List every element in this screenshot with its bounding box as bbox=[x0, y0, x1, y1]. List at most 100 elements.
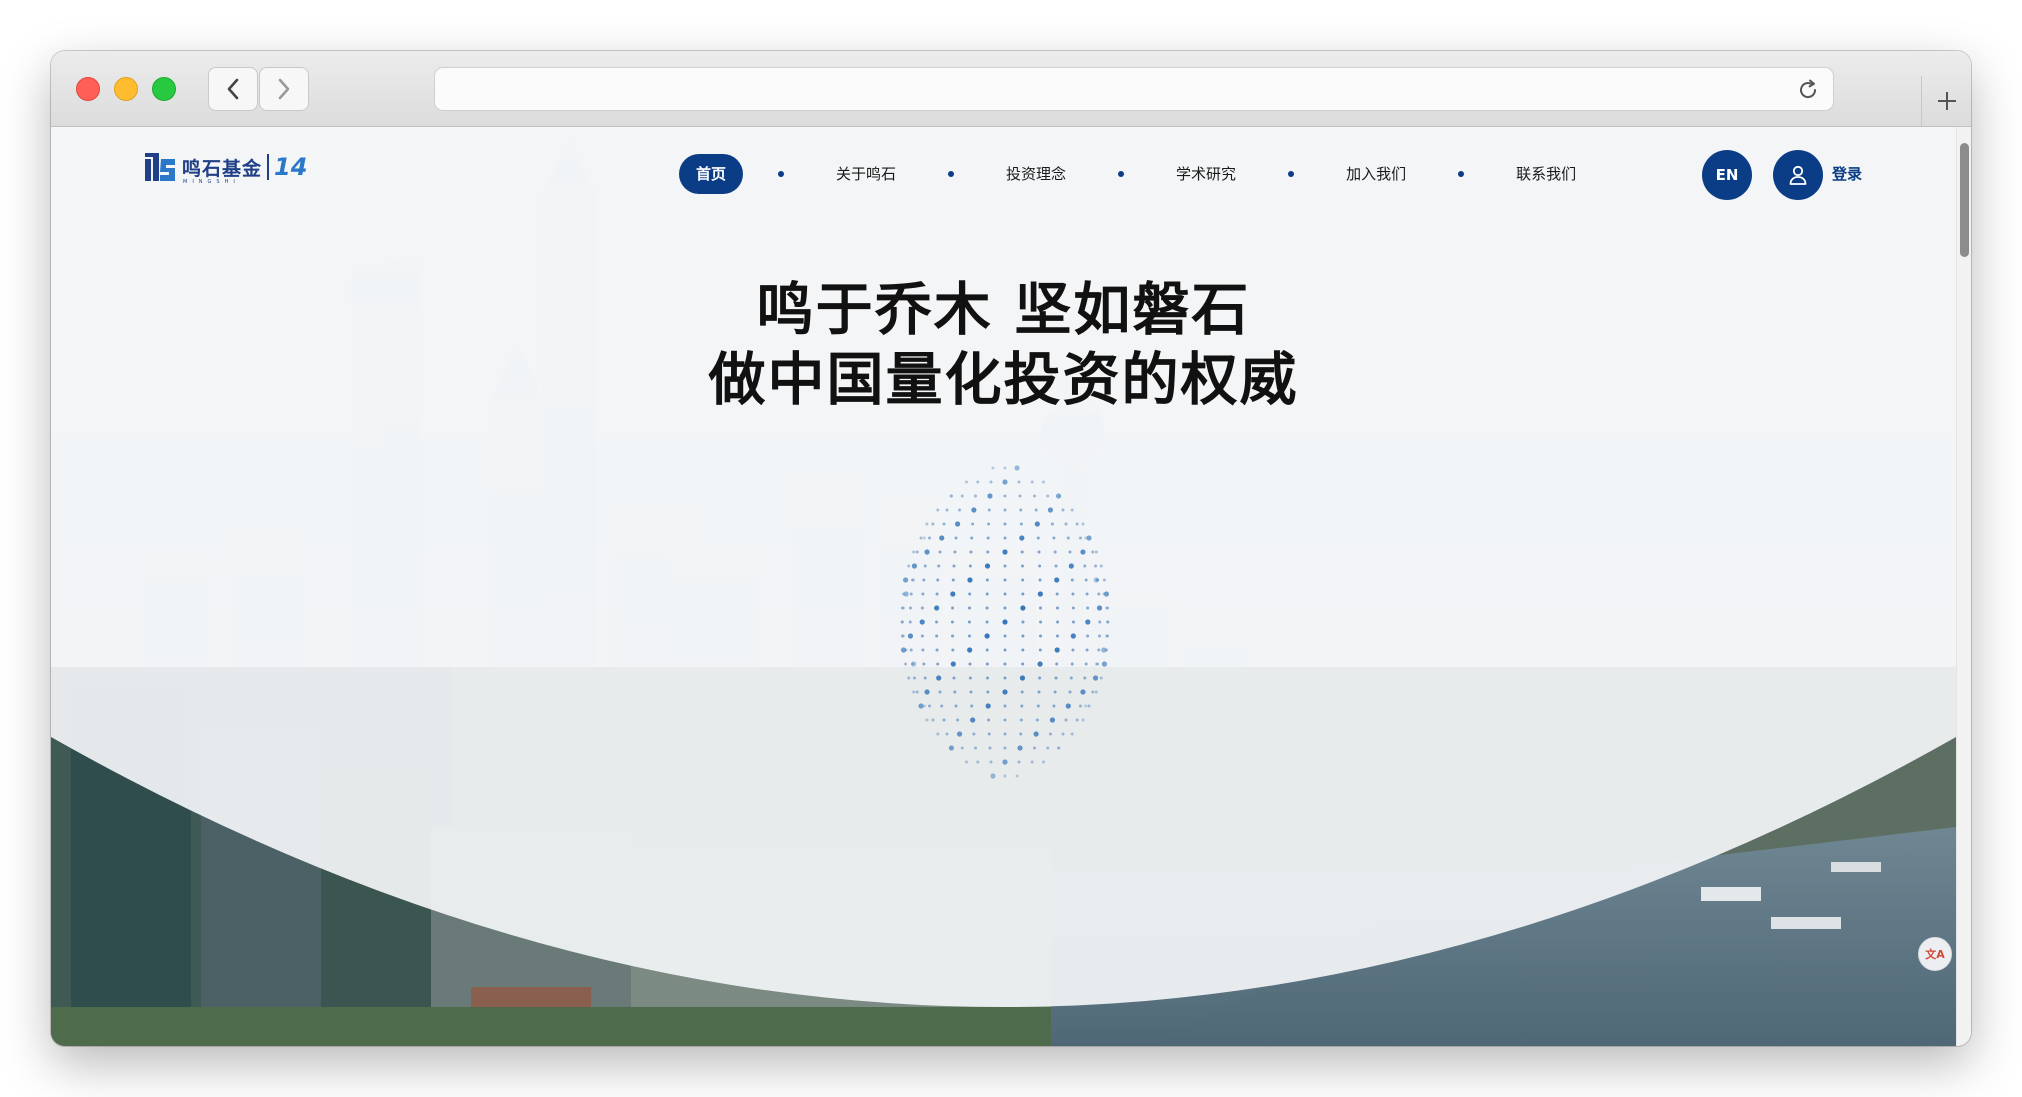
globe-dot bbox=[1070, 633, 1076, 639]
globe-dot bbox=[1087, 704, 1091, 708]
maximize-window-button[interactable] bbox=[152, 77, 176, 101]
globe-dot bbox=[936, 508, 940, 512]
chevron-left-icon bbox=[227, 78, 239, 100]
forward-button[interactable] bbox=[259, 67, 309, 111]
globe-dot bbox=[1053, 690, 1057, 694]
globe-dot bbox=[1003, 746, 1007, 750]
globe-dot bbox=[936, 662, 940, 666]
globe-dot bbox=[921, 648, 925, 652]
globe-dot bbox=[1003, 564, 1007, 568]
globe-dot bbox=[985, 648, 989, 652]
user-account-button[interactable] bbox=[1773, 150, 1823, 200]
globe-dot bbox=[951, 606, 955, 610]
translate-widget-button[interactable]: 文A bbox=[1918, 937, 1952, 971]
language-toggle-button[interactable]: EN bbox=[1702, 150, 1752, 200]
globe-dot bbox=[1019, 508, 1023, 512]
globe-dot bbox=[1091, 550, 1095, 554]
globe-dot bbox=[1021, 634, 1025, 638]
nav-separator-dot bbox=[948, 171, 955, 177]
nav-item-join-us[interactable]: 加入我们 bbox=[1329, 154, 1423, 194]
globe-dot bbox=[1035, 718, 1039, 722]
nav-item-contact[interactable]: 联系我们 bbox=[1499, 154, 1593, 194]
globe-dot bbox=[1003, 508, 1007, 512]
globe-dot bbox=[1021, 578, 1025, 582]
nav-item-philosophy[interactable]: 投资理念 bbox=[989, 154, 1083, 194]
site-logo[interactable]: 鸣石基金 MINGSHI 14 bbox=[143, 149, 307, 185]
nav-item-research[interactable]: 学术研究 bbox=[1159, 154, 1253, 194]
globe-dot bbox=[1097, 592, 1101, 596]
scrollbar-thumb[interactable] bbox=[1960, 143, 1969, 257]
globe-dot bbox=[1014, 465, 1020, 471]
globe-dot bbox=[969, 690, 973, 694]
globe-dot bbox=[1106, 620, 1110, 624]
globe-dot bbox=[967, 620, 971, 624]
globe-dot bbox=[1080, 549, 1086, 555]
globe-dot bbox=[918, 703, 924, 709]
globe-dot bbox=[987, 718, 991, 722]
login-link[interactable]: 登录 bbox=[1832, 163, 1862, 184]
globe-dot bbox=[960, 494, 964, 498]
globe-dot bbox=[1085, 648, 1089, 652]
globe-dot bbox=[954, 521, 961, 527]
globe-dot bbox=[911, 563, 918, 569]
globe-dot bbox=[1105, 634, 1109, 638]
globe-dot bbox=[1054, 577, 1060, 583]
globe-dot bbox=[968, 564, 972, 568]
nav-separator-dot bbox=[1458, 171, 1465, 177]
globe-dot bbox=[1101, 647, 1107, 653]
globe-dot bbox=[1033, 746, 1037, 750]
globe-dot bbox=[1019, 535, 1025, 541]
reload-icon[interactable] bbox=[1795, 77, 1821, 103]
globe-dot bbox=[922, 662, 926, 666]
globe-dot bbox=[1037, 661, 1043, 667]
globe-dot bbox=[909, 592, 913, 596]
globe-dot bbox=[973, 494, 977, 498]
globe-dot bbox=[942, 718, 946, 722]
globe-dot bbox=[950, 661, 956, 667]
globe-dot bbox=[1055, 634, 1059, 638]
new-tab-button[interactable] bbox=[1921, 76, 1971, 126]
back-button[interactable] bbox=[208, 67, 258, 111]
globe-dot bbox=[976, 760, 980, 764]
vertical-scrollbar[interactable] bbox=[1956, 127, 1971, 1046]
globe-dot bbox=[1084, 536, 1088, 540]
globe-dot bbox=[970, 717, 976, 723]
globe-dot bbox=[1003, 648, 1007, 652]
globe-dot bbox=[1020, 704, 1024, 708]
globe-dot bbox=[1071, 606, 1075, 610]
logo-subtext: MINGSHI bbox=[183, 179, 240, 185]
globe-dot bbox=[1047, 507, 1054, 513]
globe-dot bbox=[1056, 620, 1060, 624]
globe-dot bbox=[915, 550, 919, 554]
close-window-button[interactable] bbox=[76, 77, 100, 101]
globe-dot bbox=[1037, 591, 1043, 597]
globe-dot bbox=[922, 536, 926, 540]
globe-dot bbox=[951, 648, 955, 652]
globe-dot bbox=[1078, 704, 1082, 708]
globe-dot bbox=[988, 746, 992, 750]
globe-dot bbox=[1068, 550, 1072, 554]
globe-dot bbox=[968, 676, 972, 680]
nav-item-home[interactable]: 首页 bbox=[679, 154, 744, 194]
globe-dot bbox=[1054, 676, 1058, 680]
globe-dot bbox=[902, 592, 906, 596]
globe-dot bbox=[922, 578, 926, 582]
minimize-window-button[interactable] bbox=[114, 77, 138, 101]
globe-dot bbox=[1052, 536, 1056, 540]
globe-dot bbox=[1003, 606, 1007, 610]
globe-dot bbox=[964, 480, 968, 484]
nav-item-about[interactable]: 关于鸣石 bbox=[819, 154, 913, 194]
address-bar[interactable] bbox=[434, 67, 1834, 111]
globe-dot bbox=[1019, 675, 1026, 681]
nav-separator-dot bbox=[778, 171, 785, 177]
globe-dot bbox=[1036, 704, 1040, 708]
globe-dot bbox=[967, 634, 971, 638]
globe-dot bbox=[985, 620, 989, 624]
globe-dot bbox=[1017, 480, 1021, 484]
globe-dot bbox=[1093, 577, 1099, 583]
globe-dot bbox=[967, 647, 973, 653]
globe-dot bbox=[990, 773, 996, 779]
globe-dot bbox=[911, 662, 915, 666]
globe-dot bbox=[987, 508, 991, 512]
globe-dot bbox=[967, 577, 973, 583]
